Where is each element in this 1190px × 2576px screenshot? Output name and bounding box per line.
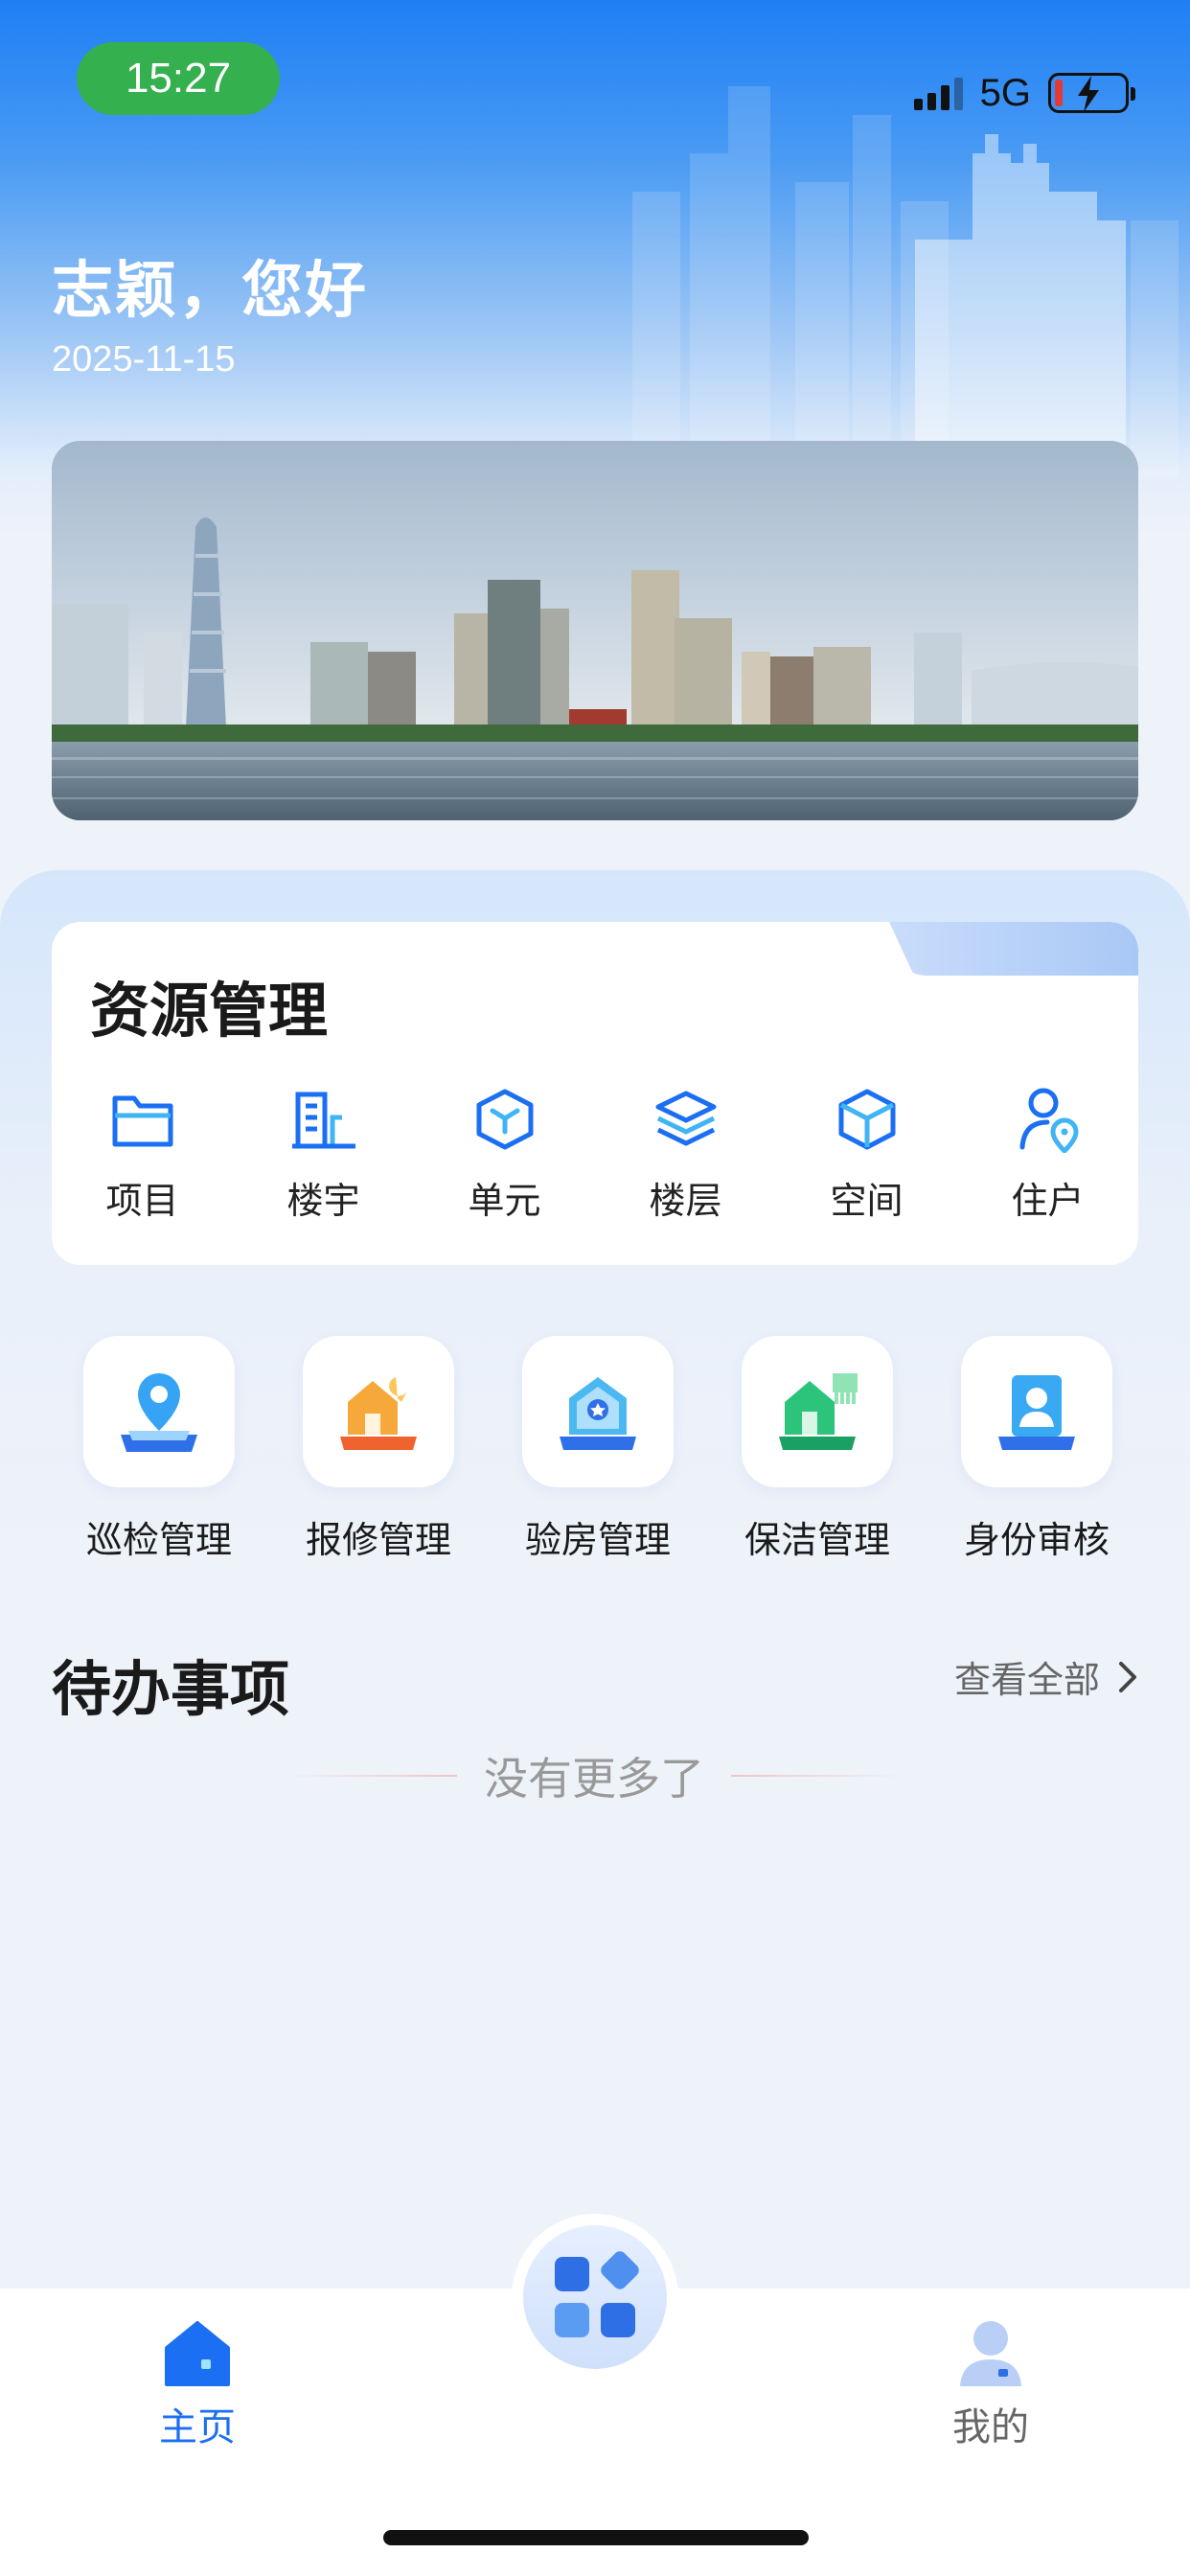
app-label: 报修管理	[305, 1519, 451, 1561]
resource-item-label: 楼层	[649, 1180, 722, 1222]
resource-management-card: 资源管理 项目 楼宇 单元 楼层 空间 住户	[52, 922, 1138, 1265]
battery-level	[1055, 80, 1063, 106]
resource-item-label: 项目	[105, 1180, 179, 1222]
house-repair-icon	[303, 1336, 454, 1487]
network-type: 5G	[979, 71, 1031, 114]
tab-mine-label: 我的	[952, 2405, 1029, 2450]
resource-items: 项目 楼宇 单元 楼层 空间 住户	[52, 1085, 1138, 1224]
resident-location-icon	[1014, 1085, 1083, 1154]
home-icon	[165, 2321, 230, 2386]
tab-mine[interactable]: 我的	[895, 2317, 1087, 2451]
app-identity-review[interactable]: 身份审核	[941, 1336, 1133, 1563]
resource-item-label: 单元	[468, 1180, 541, 1222]
building-icon	[289, 1085, 358, 1154]
resource-item-label: 楼宇	[286, 1180, 360, 1222]
divider-right	[731, 1775, 901, 1777]
empty-list-indicator: 没有更多了	[287, 1744, 901, 1807]
layers-icon	[652, 1085, 721, 1154]
id-card-icon	[961, 1336, 1112, 1487]
app-house-inspection-management[interactable]: 验房管理	[502, 1336, 694, 1563]
resource-item-label: 空间	[830, 1180, 904, 1222]
status-time: 15:27	[77, 42, 280, 115]
tab-home-label: 主页	[159, 2405, 236, 2450]
cellular-signal-icon	[913, 76, 963, 110]
chevron-right-icon	[1119, 1661, 1136, 1692]
app-label: 保洁管理	[744, 1519, 890, 1561]
center-button-inner	[523, 2225, 667, 2369]
resource-item-space[interactable]: 空间	[776, 1085, 957, 1224]
view-all-link[interactable]: 查看全部	[954, 1650, 1138, 1703]
location-pin-icon	[83, 1336, 235, 1487]
house-star-icon	[522, 1336, 674, 1487]
quick-apps-row: 巡检管理 报修管理 验房管理 保洁管理 身份审核	[0, 1336, 1190, 1563]
house-cleaning-icon	[742, 1336, 893, 1487]
charging-bolt-icon	[1078, 76, 1099, 112]
home-indicator[interactable]	[383, 2530, 809, 2545]
app-label: 身份审核	[963, 1519, 1110, 1561]
view-all-label: 查看全部	[953, 1659, 1100, 1701]
apps-grid-icon	[555, 2251, 639, 2337]
resource-item-label: 住户	[1011, 1180, 1085, 1222]
resource-item-resident[interactable]: 住户	[957, 1085, 1138, 1224]
app-repair-management[interactable]: 报修管理	[283, 1336, 474, 1563]
center-action-button[interactable]	[512, 2214, 678, 2380]
empty-text: 没有更多了	[484, 1753, 704, 1805]
resource-item-project[interactable]: 项目	[52, 1085, 233, 1224]
app-label: 巡检管理	[85, 1519, 232, 1561]
date-text: 2025-11-15	[52, 339, 236, 380]
city-banner-image[interactable]	[52, 441, 1138, 820]
tab-home[interactable]: 主页	[102, 2317, 293, 2451]
city-skyline-illustration	[52, 441, 1138, 820]
greeting-text: 志颖，您好	[52, 256, 368, 327]
status-indicators: 5G	[913, 69, 1135, 117]
folder-icon	[108, 1085, 177, 1154]
app-cleaning-management[interactable]: 保洁管理	[721, 1336, 913, 1563]
resource-management-title: 资源管理	[90, 976, 329, 1046]
divider-left	[287, 1775, 457, 1777]
box-space-icon	[833, 1085, 902, 1154]
app-inspection-management[interactable]: 巡检管理	[63, 1336, 255, 1563]
user-profile-icon	[960, 2321, 1021, 2386]
resource-item-unit[interactable]: 单元	[414, 1085, 595, 1224]
resource-item-building[interactable]: 楼宇	[233, 1085, 414, 1224]
battery-icon	[1048, 73, 1135, 113]
app-label: 验房管理	[524, 1519, 671, 1561]
card-tab-decoration	[889, 922, 1138, 976]
resource-item-floor[interactable]: 楼层	[595, 1085, 776, 1224]
todo-section-title: 待办事项	[52, 1654, 290, 1724]
cube-unit-icon	[470, 1085, 539, 1154]
